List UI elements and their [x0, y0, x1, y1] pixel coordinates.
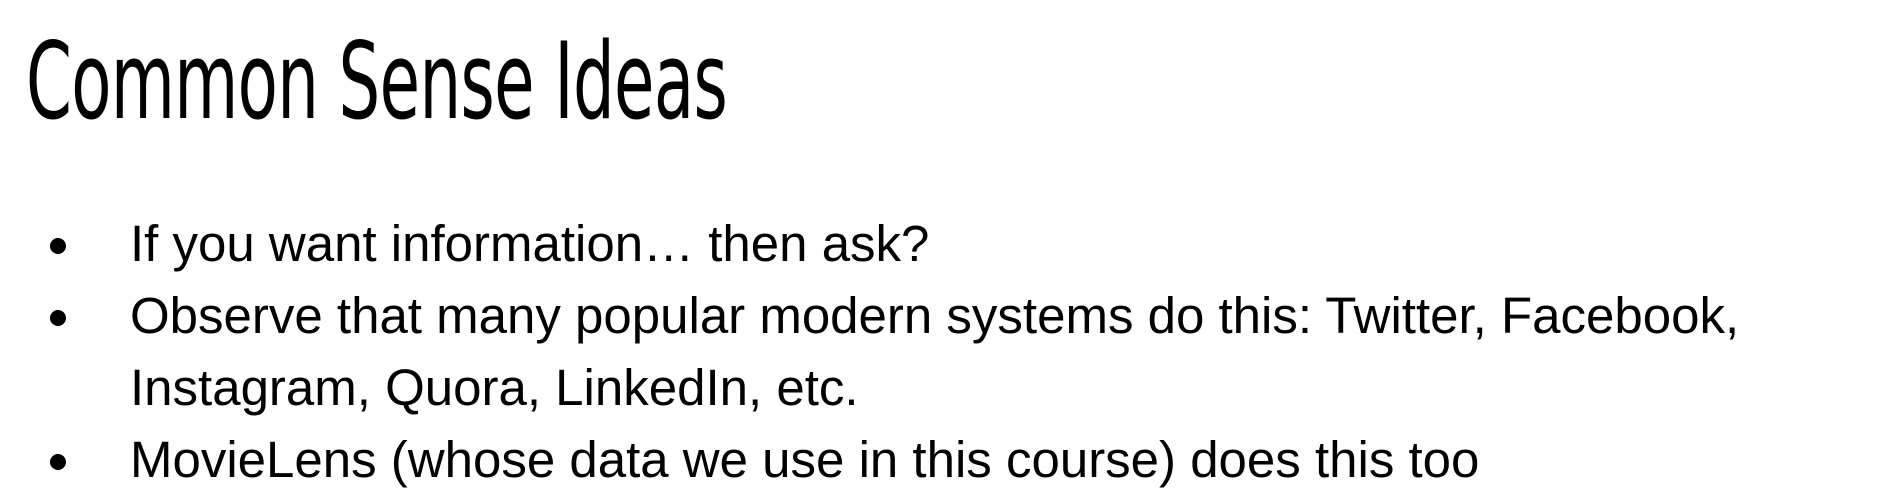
bullet-dot-icon	[50, 310, 66, 326]
bullet-dot-icon	[50, 454, 66, 470]
bullet-dot-icon	[50, 238, 66, 254]
bullet-list: If you want information… then ask? Obser…	[0, 208, 1888, 496]
slide-title: Common Sense Ideas	[26, 20, 728, 143]
bullet-item-ask: If you want information… then ask?	[0, 208, 1888, 280]
bullet-text: Observe that many popular modern systems…	[130, 287, 1740, 416]
bullet-item-systems: Observe that many popular modern systems…	[0, 280, 1888, 424]
bullet-text: If you want information… then ask?	[130, 215, 930, 272]
bullet-item-movielens: MovieLens (whose data we use in this cou…	[0, 424, 1888, 496]
bullet-text: MovieLens (whose data we use in this cou…	[130, 431, 1480, 488]
slide: Common Sense Ideas If you want informati…	[0, 0, 1888, 492]
